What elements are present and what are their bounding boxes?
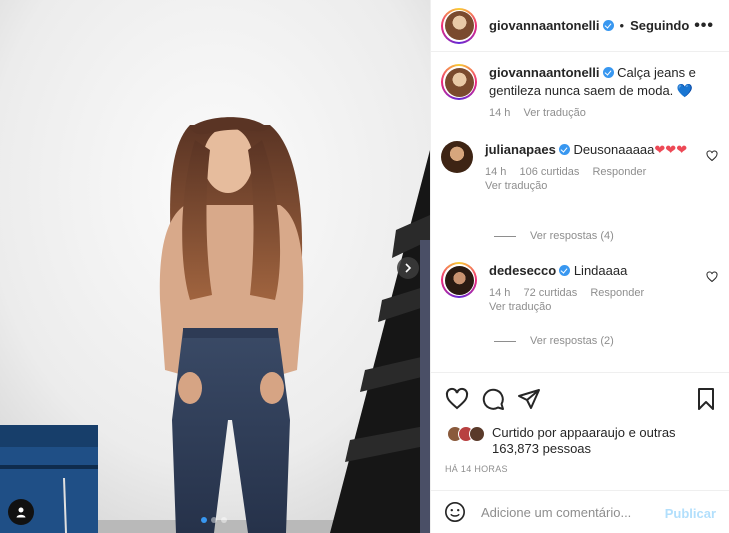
author-avatar[interactable] — [441, 7, 477, 44]
caption: giovannaantonelli Calça jeans e gentilez… — [441, 64, 721, 120]
comment-time[interactable]: 14 h — [485, 166, 506, 178]
carousel-indicator — [201, 517, 227, 523]
separator-dot: • — [619, 18, 625, 33]
commenter-avatar[interactable] — [441, 262, 477, 298]
comment-time[interactable]: 14 h — [489, 287, 510, 299]
author-avatar[interactable] — [441, 64, 477, 100]
comment-username[interactable]: julianapaes — [485, 142, 556, 157]
post-header: giovannaantonelli • Seguindo ••• — [431, 0, 729, 52]
carousel-dot — [221, 517, 227, 523]
smiley-icon[interactable] — [444, 501, 466, 523]
comments-list[interactable]: giovannaantonelli Calça jeans e gentilez… — [431, 52, 729, 372]
heart-outline-icon[interactable] — [706, 271, 718, 283]
post-side-panel: giovannaantonelli • Seguindo ••• giovann… — [430, 0, 729, 533]
bookmark-icon — [698, 388, 714, 410]
reply-button[interactable]: Responder — [590, 287, 644, 299]
reply-button[interactable]: Responder — [592, 166, 646, 178]
post-photo[interactable] — [0, 0, 430, 533]
post-timestamp[interactable]: HÁ 14 HORAS — [445, 464, 508, 474]
view-replies-label: Ver respostas (2) — [530, 335, 614, 347]
see-translation-link[interactable]: Ver tradução — [489, 301, 551, 313]
liker-avatars — [447, 426, 485, 457]
commenter-avatar[interactable] — [441, 141, 473, 173]
comment-input[interactable] — [481, 504, 661, 520]
comment: dedesecco Lindaaaa 14 h 72 curtidas Resp… — [441, 262, 721, 314]
verified-badge-icon — [602, 67, 614, 78]
view-replies-label: Ver respostas (4) — [530, 230, 614, 242]
publish-button[interactable]: Publicar — [665, 506, 716, 521]
more-options-button[interactable]: ••• — [694, 17, 714, 35]
add-comment-bar: Publicar — [431, 490, 729, 533]
verified-badge-icon — [559, 265, 571, 276]
author-username[interactable]: giovannaantonelli — [489, 18, 600, 33]
see-translation-link[interactable]: Ver tradução — [523, 107, 585, 119]
caption-time[interactable]: 14 h — [489, 107, 510, 119]
verified-badge-icon — [602, 20, 614, 31]
chevron-right-icon — [405, 263, 412, 273]
comment-likes[interactable]: 72 curtidas — [523, 287, 577, 299]
following-button[interactable]: Seguindo — [630, 18, 689, 33]
save-button[interactable] — [694, 387, 718, 411]
carousel-dot — [211, 517, 217, 523]
red-heart-emoji: ❤❤❤ — [654, 142, 688, 157]
see-translation-link[interactable]: Ver tradução — [485, 180, 547, 192]
likes-text: Curtido por appaaraujo e outras 163,873 … — [492, 425, 676, 456]
verified-badge-icon — [558, 144, 570, 155]
tagged-users-button[interactable] — [8, 499, 34, 525]
post-image — [0, 0, 430, 533]
carousel-dot — [201, 517, 207, 523]
likes-summary[interactable]: Curtido por appaaraujo e outras 163,873 … — [447, 425, 692, 457]
blue-heart-emoji: 💙 — [676, 83, 694, 98]
view-replies-button[interactable]: Ver respostas (4) — [494, 230, 614, 242]
view-replies-button[interactable]: Ver respostas (2) — [494, 335, 614, 347]
comment-text: Lindaaaa — [573, 263, 628, 278]
post-actions: Curtido por appaaraujo e outras 163,873 … — [431, 372, 729, 490]
carousel-next-button[interactable] — [397, 257, 419, 279]
comment-text: Deusonaaaaa — [573, 142, 655, 157]
heart-outline-icon[interactable] — [445, 387, 469, 411]
caption-username[interactable]: giovannaantonelli — [489, 65, 600, 80]
comment: julianapaes Deusonaaaaa❤❤❤ 14 h 106 curt… — [441, 141, 721, 193]
comment-username[interactable]: dedesecco — [489, 263, 556, 278]
paper-plane-icon[interactable] — [517, 387, 541, 411]
heart-outline-icon[interactable] — [706, 150, 718, 162]
comment-likes[interactable]: 106 curtidas — [519, 166, 579, 178]
comment-bubble-icon[interactable] — [481, 387, 505, 411]
person-icon — [16, 507, 26, 518]
